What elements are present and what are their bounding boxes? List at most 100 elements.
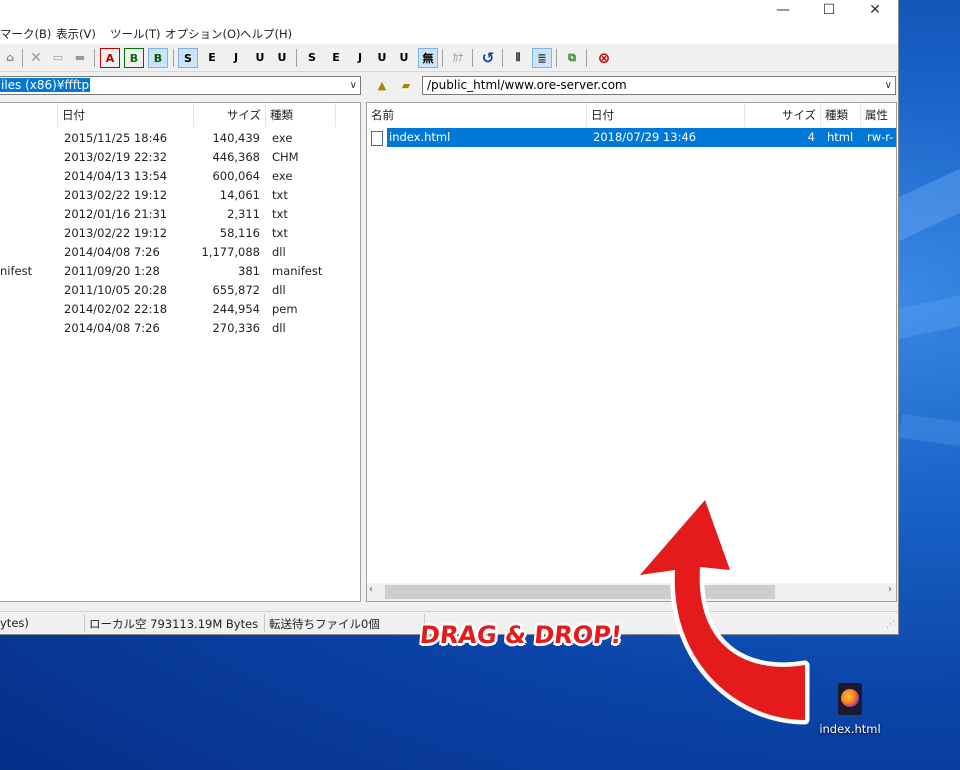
local-file-type: CHM	[272, 150, 299, 164]
local-utf8-bom-button[interactable]: U	[394, 48, 414, 68]
scroll-right-icon[interactable]: ›	[888, 584, 892, 595]
local-file-date: 2013/02/22 19:12	[64, 188, 168, 202]
status-queue: 転送待ちファイル0個	[269, 617, 380, 631]
local-col-size[interactable]: サイズ	[194, 103, 266, 127]
local-file-row[interactable]: 2015/11/25 18:46 140,439 exe	[0, 129, 360, 148]
local-file-size: 2,311	[227, 207, 260, 221]
drag-drop-caption: DRAG & DROP!	[418, 621, 624, 649]
status-separator	[84, 614, 85, 632]
parent-folder-icon[interactable]: ▲	[372, 76, 392, 96]
sjis-button[interactable]: S	[178, 48, 198, 68]
menu-help[interactable]: ヘルプ(H)	[240, 26, 292, 42]
toolbar-separator	[556, 49, 557, 67]
local-file-date: 2013/02/22 19:12	[64, 226, 168, 240]
firefox-icon	[841, 689, 859, 707]
local-file-date: 2014/02/02 22:18	[64, 302, 168, 316]
local-file-type: txt	[272, 207, 288, 221]
local-file-row[interactable]: 2012/01/16 21:31 2,311 txt	[0, 205, 360, 224]
refresh-icon[interactable]: ↺	[478, 48, 498, 68]
local-file-date: 2015/11/25 18:46	[64, 131, 168, 145]
scroll-left-icon[interactable]: ‹	[369, 584, 373, 595]
desktop-file-icon[interactable]	[836, 683, 864, 717]
menu-bookmark[interactable]: マーク(B)	[0, 26, 51, 42]
remote-path-text: /public_html/www.ore-server.com	[427, 78, 627, 92]
menu-view[interactable]: 表示(V)	[56, 26, 96, 42]
close-button[interactable]: ✕	[852, 0, 898, 22]
toolbar-separator	[502, 49, 503, 67]
remote-path-combobox[interactable]: /public_html/www.ore-server.com ∨	[422, 76, 896, 95]
drag-arrow-graphic	[635, 495, 810, 725]
sync-dirs-icon[interactable]: ⧉	[562, 48, 582, 68]
utf8-bom-button[interactable]: U	[272, 48, 292, 68]
local-file-row[interactable]: 2013/02/22 19:12 58,116 txt	[0, 224, 360, 243]
details-view-icon[interactable]: ≣	[532, 48, 552, 68]
ascii-mode-button[interactable]: A	[100, 48, 120, 68]
local-col-name[interactable]	[0, 103, 58, 127]
local-col-type[interactable]: 種類	[266, 103, 336, 127]
local-file-size: 600,064	[212, 169, 260, 183]
toolbar-separator	[586, 49, 587, 67]
local-euc-button[interactable]: E	[326, 48, 346, 68]
menu-bar: マーク(B) 表示(V) ツール(T) オプション(O) ヘルプ(H)	[0, 22, 898, 44]
local-path-combobox[interactable]: iles (x86)¥ffftp ∨	[0, 76, 361, 95]
local-file-date: 2014/04/08 7:26	[64, 321, 160, 335]
local-col-date[interactable]: 日付	[58, 103, 194, 127]
kana-button[interactable]: ｶﾅ	[448, 48, 468, 68]
binary-mode-button[interactable]: B	[124, 48, 144, 68]
local-path-text: iles (x86)¥ffftp	[0, 78, 91, 92]
local-file-row[interactable]: nifest 2011/09/20 1:28 381 manifest	[0, 262, 360, 281]
no-conversion-button[interactable]: 無	[418, 48, 438, 68]
local-file-type: dll	[272, 321, 286, 335]
local-file-row[interactable]: 2014/04/08 7:26 1,177,088 dll	[0, 243, 360, 262]
home-icon[interactable]: ⌂	[0, 48, 20, 68]
local-file-size: 270,336	[212, 321, 260, 335]
local-utf8-button[interactable]: U	[372, 48, 392, 68]
minimize-button[interactable]: —	[760, 0, 806, 22]
menu-options[interactable]: オプション(O)	[165, 26, 241, 42]
remote-col-attr[interactable]: 属性	[861, 103, 896, 127]
remote-col-date[interactable]: 日付	[587, 103, 745, 127]
auto-mode-button[interactable]: B	[148, 48, 168, 68]
toolbar-separator	[472, 49, 473, 67]
remote-file-row[interactable]: index.html 2018/07/29 13:46 4 html rw-r-	[371, 128, 896, 147]
euc-button[interactable]: E	[202, 48, 222, 68]
local-file-row[interactable]: 2014/02/02 22:18 244,954 pem	[0, 300, 360, 319]
maximize-button[interactable]: ☐	[806, 0, 852, 22]
toolbar-separator	[442, 49, 443, 67]
menu-tools[interactable]: ツール(T)	[110, 26, 161, 42]
local-file-row[interactable]: 2013/02/19 22:32 446,368 CHM	[0, 148, 360, 167]
curved-arrow-fill	[640, 500, 805, 720]
delete-icon[interactable]: ✕	[26, 48, 46, 68]
chevron-down-icon[interactable]: ∨	[350, 77, 357, 94]
stop-icon[interactable]: ⊗	[594, 48, 614, 68]
local-file-type: pem	[272, 302, 298, 316]
local-file-date: 2013/02/19 22:32	[64, 150, 168, 164]
local-file-size: 140,439	[212, 131, 260, 145]
utf8-button[interactable]: U	[250, 48, 270, 68]
local-file-size: 655,872	[212, 283, 260, 297]
local-file-list[interactable]: 日付 サイズ 種類 2015/11/25 18:46 140,439 exe 2013…	[0, 102, 361, 602]
local-file-size: 446,368	[212, 150, 260, 164]
local-file-row[interactable]: 2011/10/05 20:28 655,872 dll	[0, 281, 360, 300]
remote-file-size: 4	[807, 130, 815, 144]
local-file-type: dll	[272, 245, 286, 259]
local-file-row[interactable]: 2014/04/13 13:54 600,064 exe	[0, 167, 360, 186]
remote-file-type: html	[827, 130, 854, 144]
resize-grip-icon[interactable]: ⋰	[886, 620, 895, 630]
remote-file-name: index.html	[389, 130, 451, 144]
rename-icon[interactable]: ▭	[48, 48, 68, 68]
local-sjis-button[interactable]: S	[302, 48, 322, 68]
open-folder-icon[interactable]: ▰	[396, 76, 416, 96]
jis-button[interactable]: J	[226, 48, 246, 68]
local-file-row[interactable]: 2013/02/22 19:12 14,061 txt	[0, 186, 360, 205]
local-jis-button[interactable]: J	[350, 48, 370, 68]
local-file-row[interactable]: 2014/04/08 7:26 270,336 dll	[0, 319, 360, 338]
list-view-icon[interactable]: ⦀	[508, 48, 528, 68]
toolbar-separator	[94, 49, 95, 67]
chevron-down-icon[interactable]: ∨	[885, 77, 892, 94]
remote-col-name[interactable]: 名前	[367, 103, 587, 127]
remote-col-size[interactable]: サイズ	[745, 103, 821, 127]
remote-col-type[interactable]: 種類	[821, 103, 861, 127]
desktop-icon-label[interactable]: index.html	[812, 722, 888, 736]
mkdir-icon[interactable]: ▬	[70, 48, 90, 68]
